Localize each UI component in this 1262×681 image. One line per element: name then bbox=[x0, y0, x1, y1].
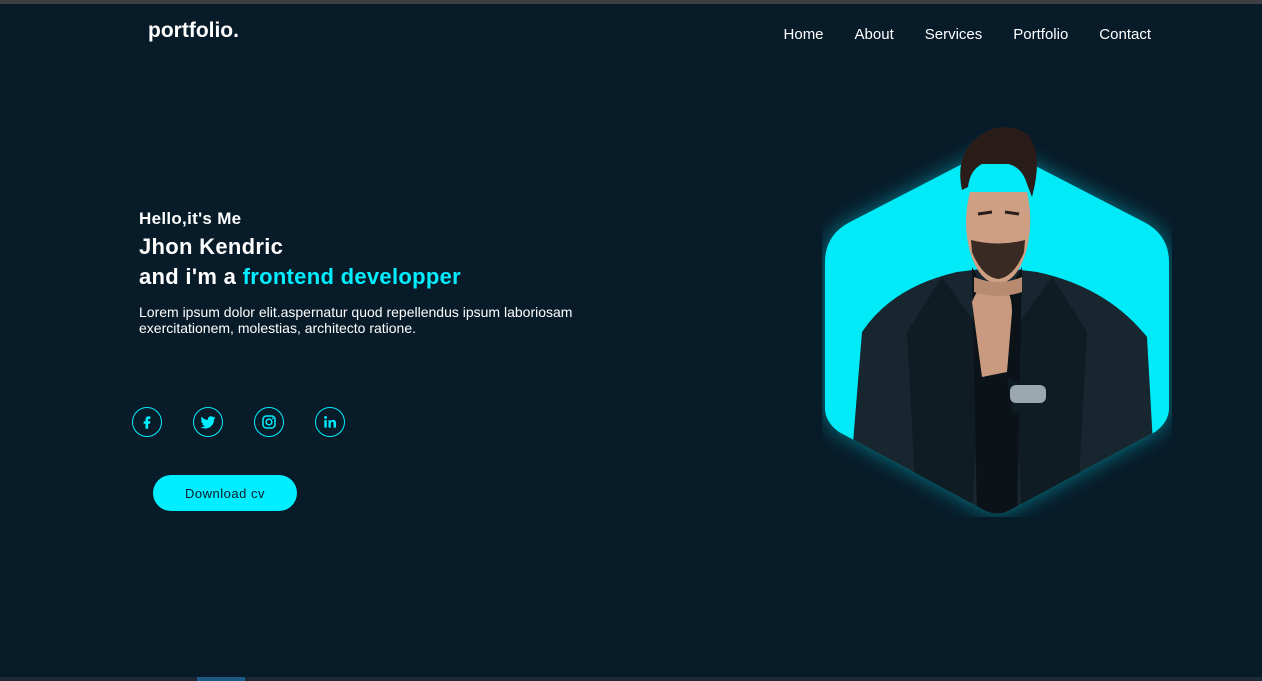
main-nav: Home About Services Portfolio Contact bbox=[784, 26, 1151, 43]
role-title: frontend developper bbox=[242, 264, 461, 289]
facebook-icon bbox=[143, 416, 151, 429]
facebook-link[interactable] bbox=[132, 407, 162, 437]
hero-description: Lorem ipsum dolor elit.aspernatur quod r… bbox=[139, 304, 573, 336]
linkedin-link[interactable] bbox=[315, 407, 345, 437]
greeting: Hello,it's Me bbox=[139, 209, 242, 228]
nav-contact[interactable]: Contact bbox=[1099, 26, 1151, 43]
instagram-link[interactable] bbox=[254, 407, 284, 437]
social-links bbox=[132, 407, 345, 437]
window-top-border bbox=[0, 0, 1262, 4]
nav-about[interactable]: About bbox=[855, 26, 894, 43]
nav-home[interactable]: Home bbox=[784, 26, 824, 43]
download-cv-button[interactable]: Download cv bbox=[153, 475, 297, 511]
instagram-icon bbox=[262, 415, 276, 429]
linkedin-icon bbox=[324, 416, 336, 428]
role-line: and i'm a frontend developper bbox=[139, 264, 699, 290]
portrait-image bbox=[825, 127, 1169, 514]
twitter-link[interactable] bbox=[193, 407, 223, 437]
twitter-icon bbox=[200, 416, 216, 429]
nav-portfolio[interactable]: Portfolio bbox=[1013, 26, 1068, 43]
person-name: Jhon Kendric bbox=[139, 234, 284, 259]
hero-intro: Hello,it's Me Jhon Kendric and i'm a fro… bbox=[139, 209, 699, 336]
site-logo[interactable]: portfolio. bbox=[148, 19, 239, 43]
role-prefix: and i'm a bbox=[139, 264, 243, 289]
horizontal-scrollbar[interactable] bbox=[0, 677, 1262, 681]
scrollbar-thumb[interactable] bbox=[197, 677, 245, 681]
portrait-hexagon bbox=[822, 72, 1172, 517]
nav-services[interactable]: Services bbox=[925, 26, 983, 43]
